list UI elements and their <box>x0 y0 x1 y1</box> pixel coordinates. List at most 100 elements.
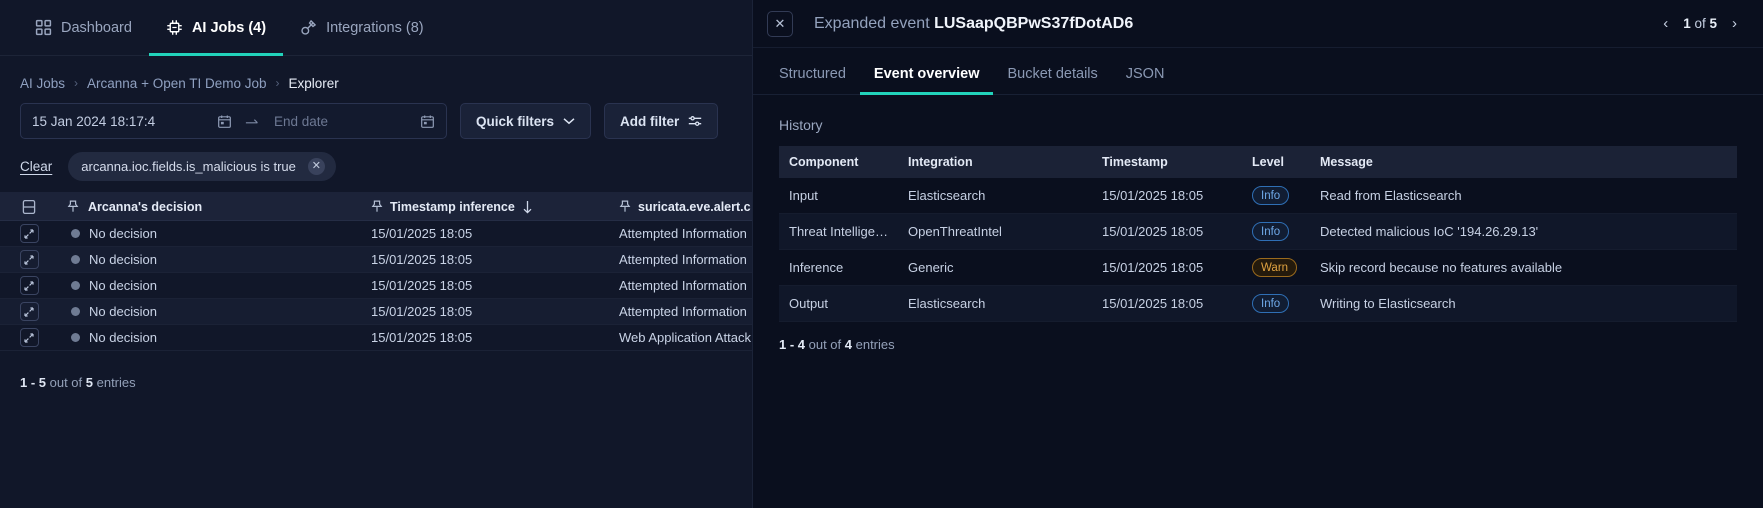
pin-icon[interactable] <box>619 200 631 213</box>
expand-row-button[interactable] <box>19 276 39 295</box>
history-column-message: Message <box>1310 146 1737 178</box>
breadcrumb-separator: › <box>275 76 280 90</box>
calendar-icon[interactable] <box>420 114 435 129</box>
cell-timestamp: 15/01/2025 18:05 <box>371 278 619 293</box>
expanded-event-panel: ✕ Expanded event LUSaapQBPwS37fDotAD6 ‹ … <box>752 0 1763 508</box>
cell-decision-label: No decision <box>89 252 157 267</box>
history-cell-integration: Elasticsearch <box>898 285 1092 322</box>
table-row[interactable]: No decision 15/01/2025 18:05 Attempted Inf… <box>0 273 752 299</box>
add-filter-button[interactable]: Add filter <box>604 103 719 139</box>
nav-item-label: Integrations (8) <box>326 19 424 36</box>
cell-suricata: Attempted Information <box>619 278 752 293</box>
column-header-suricata[interactable]: suricata.eve.alert.c <box>619 200 752 214</box>
history-cell-integration: Generic <box>898 249 1092 286</box>
nav-item-ai-jobs[interactable]: AI Jobs (4) <box>148 0 284 56</box>
table-header: Arcanna's decision Timestamp inference s… <box>0 192 752 221</box>
expand-row-cell <box>0 250 58 269</box>
close-icon: ✕ <box>774 15 786 31</box>
history-table-row: Threat Intellige… OpenThreatIntel 15/01/20… <box>779 213 1737 250</box>
filter-chip-label: arcanna.ioc.fields.is_malicious is true <box>81 159 296 174</box>
calendar-icon[interactable] <box>217 114 232 129</box>
previous-event-icon[interactable]: ‹ <box>1663 16 1668 31</box>
level-badge: Warn <box>1252 258 1298 277</box>
top-navigation: Dashboard AI Jobs (4) Integrations (8) <box>0 0 752 56</box>
breadcrumb-separator: › <box>74 76 79 90</box>
table-body: No decision 15/01/2025 18:05 Attempted Inf… <box>0 221 752 351</box>
nav-item-integrations[interactable]: Integrations (8) <box>283 0 441 56</box>
level-badge: Info <box>1252 222 1290 241</box>
column-header-label: suricata.eve.alert.c <box>638 199 751 214</box>
rows-icon <box>22 199 36 215</box>
table-pagination: 1 - 5 out of 5 entries <box>0 351 752 390</box>
column-header-label: Arcanna's decision <box>88 199 203 214</box>
cell-timestamp-label: 15/01/2025 18:05 <box>371 330 473 345</box>
panel-position-total: 5 <box>1709 16 1717 31</box>
expand-icon <box>24 306 34 317</box>
breadcrumb-item-job[interactable]: Arcanna + Open TI Demo Job <box>87 76 266 91</box>
decision-status-icon <box>71 307 80 316</box>
column-header-timestamp[interactable]: Timestamp inference <box>371 200 619 214</box>
expand-icon <box>24 228 34 239</box>
table-row[interactable]: No decision 15/01/2025 18:05 Attempted Inf… <box>0 247 752 273</box>
pin-icon[interactable] <box>371 200 383 213</box>
history-table: Component Integration Timestamp Level Me… <box>779 146 1737 322</box>
next-event-icon[interactable]: › <box>1732 16 1737 31</box>
history-table-header: Component Integration Timestamp Level Me… <box>779 146 1737 178</box>
tab-structured[interactable]: Structured <box>779 66 860 94</box>
history-cell-timestamp: 15/01/2025 18:05 <box>1092 249 1242 286</box>
clear-filters-link[interactable]: Clear <box>20 159 52 174</box>
row-density-toggle[interactable] <box>0 199 58 215</box>
end-date-field[interactable]: End date <box>274 114 435 129</box>
pin-icon[interactable] <box>67 200 79 213</box>
table-row[interactable]: No decision 15/01/2025 18:05 Web Applicati… <box>0 325 752 351</box>
sort-descending-icon[interactable] <box>522 200 533 214</box>
history-column-timestamp: Timestamp <box>1092 146 1242 178</box>
decision-status-icon <box>71 333 80 342</box>
expand-row-button[interactable] <box>19 328 39 347</box>
expand-row-cell <box>0 302 58 321</box>
end-date-placeholder: End date <box>274 113 329 129</box>
close-icon[interactable]: ✕ <box>307 158 325 175</box>
history-cell-component: Output <box>779 285 898 322</box>
tab-json[interactable]: JSON <box>1112 66 1179 94</box>
history-pagination-middle: out of <box>805 337 845 352</box>
panel-position: 1 of 5 <box>1683 16 1717 31</box>
panel-pagination: ‹ 1 of 5 › <box>1663 16 1737 31</box>
pagination-middle: out of <box>46 375 86 390</box>
plug-icon <box>300 19 317 36</box>
start-date-field[interactable]: 15 Jan 2024 18:17:4 <box>32 114 232 129</box>
start-date-value: 15 Jan 2024 18:17:4 <box>32 113 156 129</box>
cell-decision-label: No decision <box>89 330 157 345</box>
history-table-row: Output Elasticsearch 15/01/2025 18:05 Info W… <box>779 285 1737 322</box>
cell-timestamp: 15/01/2025 18:05 <box>371 252 619 267</box>
table-row[interactable]: No decision 15/01/2025 18:05 Attempted Inf… <box>0 221 752 247</box>
expand-icon <box>24 280 34 291</box>
date-range-picker[interactable]: 15 Jan 2024 18:17:4 End date <box>20 103 447 139</box>
history-cell-timestamp: 15/01/2025 18:05 <box>1092 213 1242 250</box>
cell-suricata: Web Application Attack <box>619 330 752 345</box>
tab-bucket-details[interactable]: Bucket details <box>993 66 1111 94</box>
cell-decision: No decision <box>58 226 371 241</box>
column-header-decision[interactable]: Arcanna's decision <box>58 200 371 214</box>
explorer-pane: Dashboard AI Jobs (4) Integrations (8) A… <box>0 0 752 508</box>
panel-position-word: of <box>1690 16 1710 31</box>
history-pagination: 1 - 4 out of 4 entries <box>779 322 1737 352</box>
expand-row-button[interactable] <box>19 302 39 321</box>
close-button[interactable]: ✕ <box>767 10 793 37</box>
breadcrumb-item-ai-jobs[interactable]: AI Jobs <box>20 76 65 91</box>
expand-row-button[interactable] <box>19 250 39 269</box>
events-table: Arcanna's decision Timestamp inference s… <box>0 192 752 351</box>
range-arrow-icon <box>232 115 274 127</box>
breadcrumb-item-explorer: Explorer <box>288 75 339 91</box>
history-cell-integration: Elasticsearch <box>898 178 1092 214</box>
filter-chip[interactable]: arcanna.ioc.fields.is_malicious is true … <box>68 152 336 181</box>
expand-row-cell <box>0 276 58 295</box>
panel-body: History Component Integration Timestamp … <box>753 95 1763 352</box>
quick-filters-button[interactable]: Quick filters <box>460 103 592 139</box>
nav-item-dashboard[interactable]: Dashboard <box>18 0 149 56</box>
tab-event-overview[interactable]: Event overview <box>859 66 994 95</box>
pagination-total: 5 <box>85 375 93 390</box>
expand-row-button[interactable] <box>19 224 39 243</box>
filter-sliders-icon <box>688 115 702 127</box>
table-row[interactable]: No decision 15/01/2025 18:05 Attempted Inf… <box>0 299 752 325</box>
